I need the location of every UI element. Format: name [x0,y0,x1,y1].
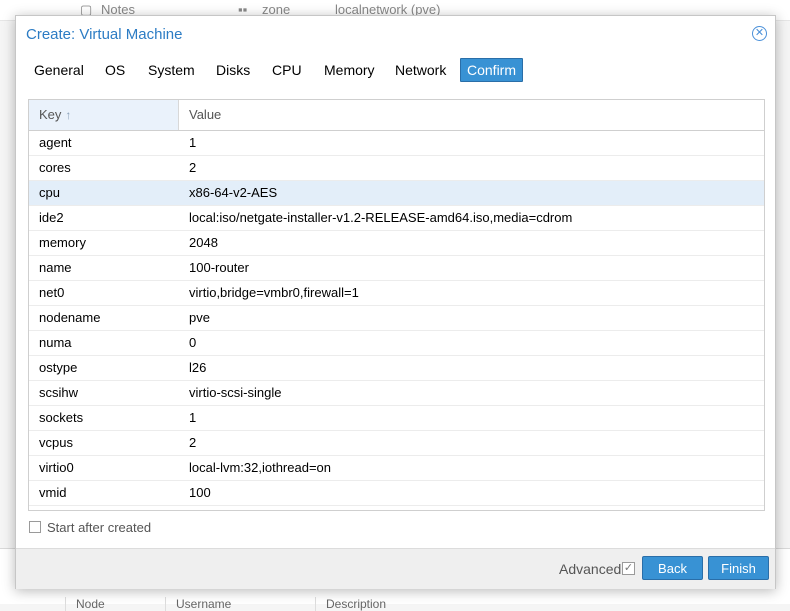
finish-button[interactable]: Finish [708,556,769,580]
column-header-value[interactable]: Value [179,100,764,130]
back-button[interactable]: Back [642,556,703,580]
row-key: sockets [39,410,84,425]
grid-header: Key ↑ Value [29,100,764,131]
table-row[interactable]: memory 2048 [29,231,764,256]
bg-col-node: Node [65,597,105,611]
tab-os[interactable]: OS [97,58,133,82]
table-row[interactable]: numa 0 [29,331,764,356]
row-value: 2 [189,160,197,175]
row-value: l26 [189,360,207,375]
table-row[interactable]: ide2 local:iso/netgate-installer-v1.2-REL… [29,206,764,231]
table-row[interactable]: nodename pve [29,306,764,331]
table-row[interactable]: vcpus 2 [29,431,764,456]
grid-body: agent 1 cores 2 cpu x86-64-v2-AES ide2 local:is… [29,131,764,506]
table-row[interactable]: ostype l26 [29,356,764,381]
row-key: name [39,260,72,275]
dialog-title: Create: Virtual Machine [26,26,183,43]
row-key: scsihw [39,385,79,400]
row-value: 100-router [189,260,249,275]
row-value: x86-64-v2-AES [189,185,278,200]
row-value: 2 [189,435,197,450]
tab-network[interactable]: Network [387,58,454,82]
bg-col-description: Description [315,597,386,611]
dialog-header[interactable]: Create: Virtual Machine ✕ [16,16,775,54]
start-after-created-label[interactable]: Start after created [47,520,151,535]
bg-col-username: Username [165,597,231,611]
tab-disks[interactable]: Disks [208,58,258,82]
dialog-footer: Advanced ✓ Back Finish [16,548,775,589]
row-key: ide2 [39,210,64,225]
row-key: virtio0 [39,460,74,475]
table-row[interactable]: vmid 100 [29,481,764,506]
table-row[interactable]: agent 1 [29,131,764,156]
row-key: net0 [39,285,65,300]
row-key: nodename [39,310,101,325]
row-value: pve [189,310,210,325]
tab-confirm[interactable]: Confirm [460,58,524,82]
row-value: virtio-scsi-single [189,385,282,400]
tab-memory[interactable]: Memory [316,58,383,82]
table-row[interactable]: cores 2 [29,156,764,181]
checkbox-box[interactable] [29,521,41,533]
table-row[interactable]: net0 virtio,bridge=vmbr0,firewall=1 [29,281,764,306]
column-value-label: Value [189,107,222,122]
advanced-checkbox[interactable]: ✓ [622,562,635,575]
row-key: cores [39,160,71,175]
table-row[interactable]: virtio0 local-lvm:32,iothread=on [29,456,764,481]
row-value: local:iso/netgate-installer-v1.2-RELEASE… [189,210,573,225]
close-icon[interactable]: ✕ [752,26,767,41]
column-key-label: Key [39,107,62,122]
row-key: agent [39,135,72,150]
row-key: vcpus [39,435,73,450]
table-row[interactable]: name 100-router [29,256,764,281]
row-key: cpu [39,185,60,200]
tab-system[interactable]: System [140,58,203,82]
table-row[interactable]: scsihw virtio-scsi-single [29,381,764,406]
row-key: numa [39,335,72,350]
row-value: 1 [189,135,197,150]
sort-asc-icon: ↑ [65,108,72,122]
row-value: 2048 [189,235,218,250]
row-value: 100 [189,485,211,500]
row-value: 1 [189,410,197,425]
tab-cpu[interactable]: CPU [264,58,310,82]
row-value: local-lvm:32,iothread=on [189,460,331,475]
row-key: vmid [39,485,67,500]
confirm-grid: Key ↑ Value agent 1 cores 2 cpu x86-64-v2-AES i… [28,99,765,511]
row-value: 0 [189,335,197,350]
tab-general[interactable]: General [26,58,92,82]
row-value: virtio,bridge=vmbr0,firewall=1 [189,285,359,300]
row-key: memory [39,235,86,250]
table-row[interactable]: sockets 1 [29,406,764,431]
row-key: ostype [39,360,78,375]
advanced-label[interactable]: Advanced [559,561,621,577]
column-header-key[interactable]: Key ↑ [29,100,179,130]
table-row[interactable]: cpu x86-64-v2-AES [29,181,764,206]
create-vm-dialog: Create: Virtual Machine ✕ General OS Sys… [15,15,776,589]
